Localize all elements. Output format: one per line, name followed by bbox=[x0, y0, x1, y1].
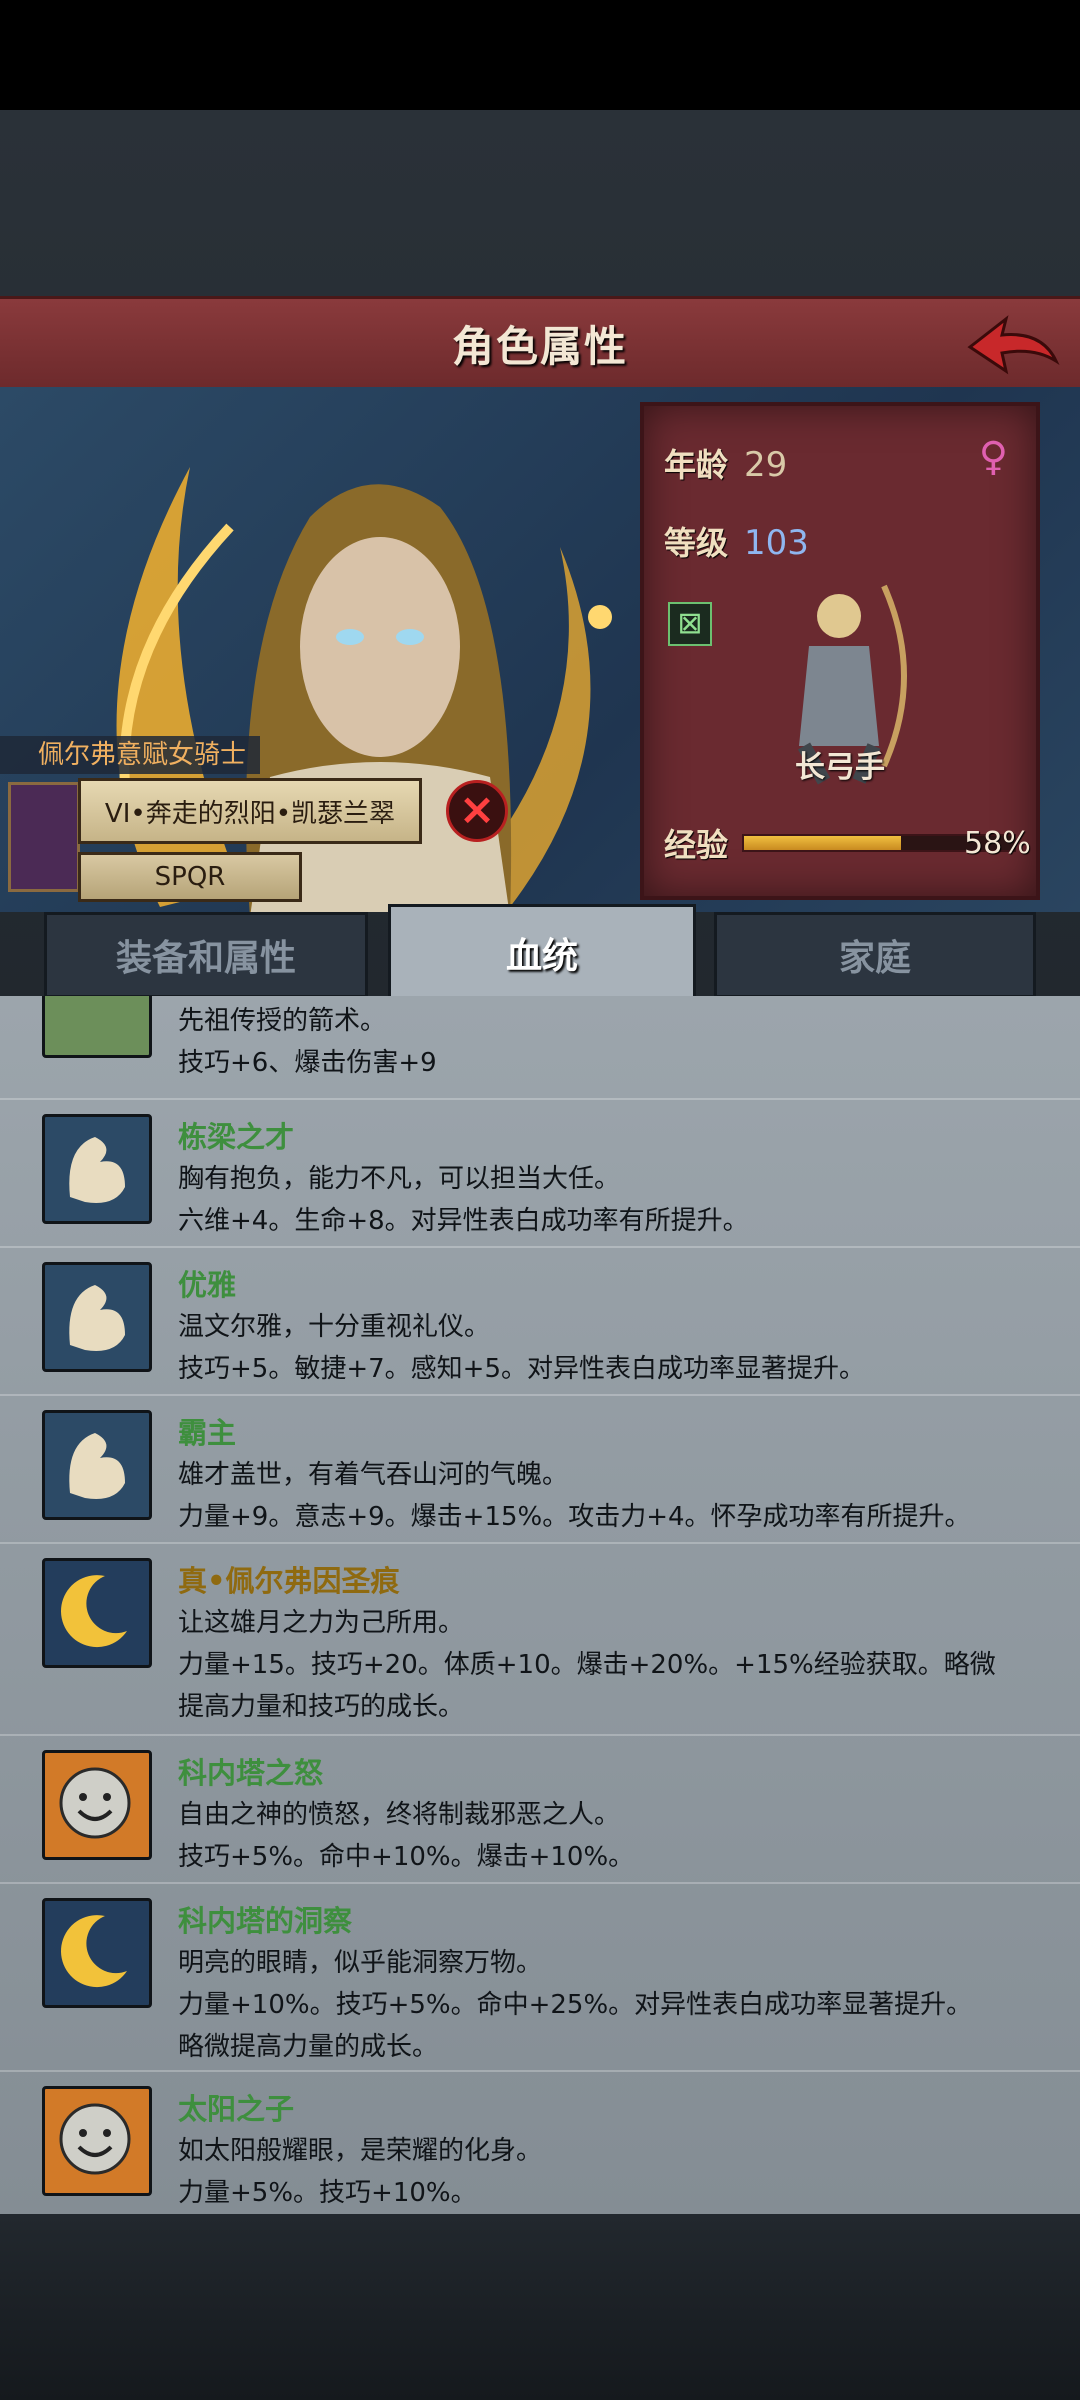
trait-desc: 自由之神的愤怒，终将制裁邪恶之人。 bbox=[178, 1800, 621, 1830]
trait-effects: 六维+4。生命+8。对异性表白成功率有所提升。 bbox=[178, 1206, 749, 1236]
trait-name: 栋梁之才 bbox=[178, 1120, 295, 1154]
status-bar-area bbox=[0, 0, 1080, 110]
trait-name: 科内塔的洞察 bbox=[178, 1904, 353, 1938]
trait-item: 科内塔的洞察 明亮的眼睛，似乎能洞察万物。 力量+10%。技巧+5%。命中+25… bbox=[0, 1884, 1080, 2072]
tab-equipment-attributes[interactable]: 装备和属性 bbox=[44, 912, 368, 998]
trait-item: 霸主 雄才盖世，有着气吞山河的气魄。 力量+9。意志+9。爆击+15%。攻击力+… bbox=[0, 1396, 1080, 1544]
trait-effects: 力量+9。意志+9。爆击+15%。攻击力+4。怀孕成功率有所提升。 bbox=[178, 1502, 971, 1532]
back-arrow-icon[interactable] bbox=[962, 309, 1062, 379]
trait-effects: 力量+15。技巧+20。体质+10。爆击+20%。+15%经验获取。略微 提高力… bbox=[178, 1650, 996, 1722]
level-label: 等级 bbox=[664, 524, 729, 562]
tab-bar: 装备和属性 血统 家庭 bbox=[44, 904, 1036, 1002]
stat-card: 年龄 29 ♀ 等级 103 ⊠ 长弓手 经验 58% bbox=[640, 402, 1040, 900]
trait-effects: 技巧+5。敏捷+7。感知+5。对异性表白成功率显著提升。 bbox=[178, 1354, 865, 1384]
trait-desc: 温文尔雅，十分重视礼仪。 bbox=[178, 1312, 491, 1342]
trait-name: 太阳之子 bbox=[178, 2092, 295, 2126]
character-name-tag: 佩尔弗意赋女骑士 bbox=[0, 736, 261, 774]
trait-desc: 明亮的眼睛，似乎能洞察万物。 bbox=[178, 1948, 543, 1978]
trait-item: 优雅 温文尔雅，十分重视礼仪。 技巧+5。敏捷+7。感知+5。对异性表白成功率显… bbox=[0, 1248, 1080, 1396]
tab-bloodline[interactable]: 血统 bbox=[388, 904, 696, 1002]
bottom-background bbox=[0, 2214, 1080, 2400]
trait-desc: 如太阳般耀眼，是荣耀的化身。 bbox=[178, 2136, 543, 2166]
exp-label: 经验 bbox=[664, 826, 729, 864]
trait-desc: 先祖传授的箭术。 bbox=[178, 1006, 387, 1036]
trait-item: 太阳之子 如太阳般耀眼，是荣耀的化身。 力量+5%。技巧+10%。 bbox=[0, 2072, 1080, 2214]
age-row: 年龄 29 bbox=[664, 440, 787, 486]
tab-family[interactable]: 家庭 bbox=[714, 912, 1036, 998]
moon-icon bbox=[42, 1558, 152, 1668]
class-name: 长弓手 bbox=[795, 750, 885, 785]
title-bar: 角色属性 bbox=[0, 296, 1080, 390]
family-banner-icon[interactable] bbox=[8, 782, 80, 892]
exp-row: 经验 58% bbox=[664, 820, 1031, 866]
trait-effects: 技巧+6、爆击伤害+9 bbox=[178, 1048, 437, 1078]
level-value: 103 bbox=[744, 523, 809, 563]
level-row: 等级 103 bbox=[664, 518, 809, 564]
arm-icon bbox=[42, 1114, 152, 1224]
age-value: 29 bbox=[744, 445, 788, 485]
moon-icon bbox=[42, 1898, 152, 2008]
trait-item: 先祖传授的箭术。 技巧+6、爆击伤害+9 bbox=[0, 996, 1080, 1100]
exp-progress-fill bbox=[744, 836, 901, 850]
trait-effects: 力量+5%。技巧+10%。 bbox=[178, 2178, 477, 2208]
trait-name: 科内塔之怒 bbox=[178, 1756, 324, 1790]
arm-icon bbox=[42, 1262, 152, 1372]
branch-icon bbox=[42, 996, 152, 1058]
faction-plate[interactable]: SPQR bbox=[78, 852, 302, 902]
class-type-icon[interactable]: ⊠ bbox=[668, 602, 712, 646]
trait-effects: 技巧+5%。命中+10%。爆击+10%。 bbox=[178, 1842, 635, 1872]
trait-name: 霸主 bbox=[178, 1416, 237, 1450]
trait-effects: 力量+10%。技巧+5%。命中+25%。对异性表白成功率显著提升。 略微提高力量… bbox=[178, 1990, 973, 2062]
page-title: 角色属性 bbox=[451, 321, 628, 371]
trait-item: 科内塔之怒 自由之神的愤怒，终将制裁邪恶之人。 技巧+5%。命中+10%。爆击+… bbox=[0, 1736, 1080, 1884]
character-title-plate[interactable]: VI•奔走的烈阳•凯瑟兰翠 bbox=[78, 778, 422, 844]
trait-item: 真•佩尔弗因圣痕 让这雄月之力为己所用。 力量+15。技巧+20。体质+10。爆… bbox=[0, 1544, 1080, 1736]
remove-title-button[interactable]: × bbox=[446, 780, 508, 842]
trait-item: 栋梁之才 胸有抱负，能力不凡，可以担当大任。 六维+4。生命+8。对异性表白成功… bbox=[0, 1100, 1080, 1248]
trait-list[interactable]: 先祖传授的箭术。 技巧+6、爆击伤害+9 栋梁之才 胸有抱负，能力不凡，可以担当… bbox=[0, 996, 1080, 2214]
exp-progress-bar: 58% bbox=[742, 826, 1031, 861]
trait-name: 真•佩尔弗因圣痕 bbox=[178, 1564, 400, 1598]
trait-desc: 胸有抱负，能力不凡，可以担当大任。 bbox=[178, 1164, 621, 1194]
trait-name: 优雅 bbox=[178, 1268, 237, 1302]
trait-desc: 让这雄月之力为己所用。 bbox=[178, 1608, 465, 1638]
female-icon: ♀ bbox=[978, 434, 1008, 480]
sun-face-icon bbox=[42, 2086, 152, 2196]
exp-percent: 58% bbox=[964, 826, 1031, 861]
sun-face-icon bbox=[42, 1750, 152, 1860]
trait-desc: 雄才盖世，有着气吞山河的气魄。 bbox=[178, 1460, 569, 1490]
age-label: 年龄 bbox=[664, 446, 729, 484]
arm-icon bbox=[42, 1410, 152, 1520]
